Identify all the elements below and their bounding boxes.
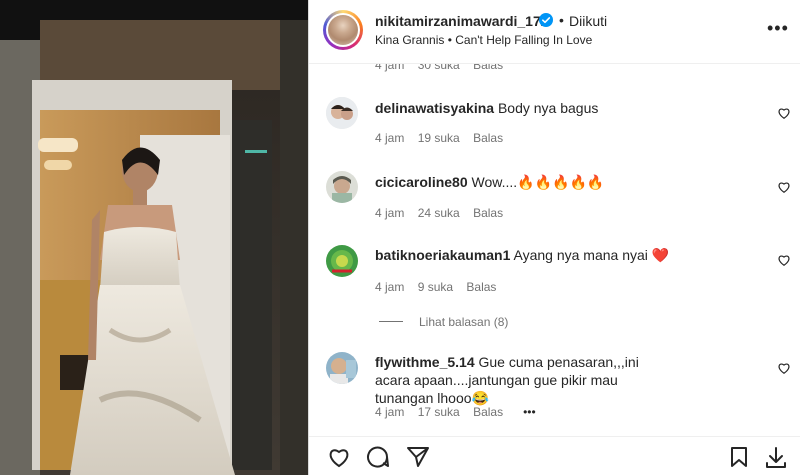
- comment-meta: 4 jam 9 suka Balas: [375, 280, 496, 294]
- comment-time: 4 jam: [375, 206, 405, 220]
- comment-options-icon[interactable]: •••: [523, 405, 536, 419]
- header-separator: •: [559, 12, 564, 28]
- view-replies-button[interactable]: Lihat balasan (8): [419, 315, 508, 329]
- comment-text: Body nya bagus: [497, 100, 599, 116]
- comment-text: Wow....🔥🔥🔥🔥🔥: [471, 174, 605, 190]
- reply-button[interactable]: Balas: [473, 206, 503, 220]
- comment-meta: 4 jam 17 suka Balas •••: [375, 405, 536, 419]
- author-avatar[interactable]: [323, 10, 363, 50]
- comment-likes[interactable]: 30 suka: [418, 64, 460, 72]
- comment-time: 4 jam: [375, 405, 405, 419]
- comment-meta: 4 jam 19 suka Balas: [375, 131, 503, 145]
- post-media[interactable]: [0, 0, 308, 475]
- verified-icon: [539, 13, 553, 27]
- commenter-avatar[interactable]: [326, 97, 358, 129]
- reply-button[interactable]: Balas: [473, 131, 503, 145]
- heart-icon[interactable]: [327, 446, 351, 468]
- action-bar: [309, 436, 800, 475]
- post-side-panel: nikitamirzanimawardi_172 • Diikuti Kina …: [308, 0, 800, 475]
- author-username[interactable]: nikitamirzanimawardi_172: [375, 13, 549, 29]
- share-icon[interactable]: [406, 446, 430, 468]
- commenter-avatar[interactable]: [326, 171, 358, 203]
- comment-likes[interactable]: 9 suka: [418, 280, 453, 294]
- commenter-avatar[interactable]: [326, 245, 358, 277]
- commenter-username[interactable]: cicicaroline80: [375, 174, 468, 190]
- bookmark-icon[interactable]: [728, 446, 750, 468]
- more-options-icon[interactable]: •••: [767, 18, 789, 39]
- heart-icon[interactable]: [777, 180, 791, 194]
- commenter-avatar[interactable]: [326, 352, 358, 384]
- comment-time: 4 jam: [375, 131, 405, 145]
- comment-text: Ayang nya mana nyai ❤️: [513, 247, 670, 263]
- comments-list[interactable]: 4 jam 30 suka Balas delinawatisyakina Bo…: [309, 64, 800, 436]
- comment-likes[interactable]: 24 suka: [418, 206, 460, 220]
- download-icon[interactable]: [764, 446, 788, 470]
- reply-button[interactable]: Balas: [473, 64, 503, 72]
- audio-track-link[interactable]: Kina Grannis • Can't Help Falling In Lov…: [375, 33, 592, 47]
- reply-button[interactable]: Balas: [473, 405, 503, 419]
- heart-icon[interactable]: [777, 253, 791, 267]
- view-replies-line: [379, 321, 403, 322]
- comment-likes[interactable]: 19 suka: [418, 131, 460, 145]
- partial-comment-meta: 4 jam 30 suka Balas: [375, 64, 503, 72]
- post-header: nikitamirzanimawardi_172 • Diikuti Kina …: [309, 0, 800, 64]
- heart-icon[interactable]: [777, 106, 791, 120]
- comment-time: 4 jam: [375, 280, 405, 294]
- comment-meta: 4 jam 24 suka Balas: [375, 206, 503, 220]
- commenter-username[interactable]: flywithme_5.14: [375, 354, 475, 370]
- commenter-username[interactable]: batiknoeriakauman1: [375, 247, 510, 263]
- comment-icon[interactable]: [366, 446, 390, 468]
- commenter-username[interactable]: delinawatisyakina: [375, 100, 494, 116]
- comment-time: 4 jam: [375, 64, 405, 72]
- reply-button[interactable]: Balas: [466, 280, 496, 294]
- post-photo: [0, 0, 308, 475]
- follow-status-button[interactable]: Diikuti: [569, 13, 607, 29]
- comment-likes[interactable]: 17 suka: [418, 405, 460, 419]
- heart-icon[interactable]: [777, 361, 791, 375]
